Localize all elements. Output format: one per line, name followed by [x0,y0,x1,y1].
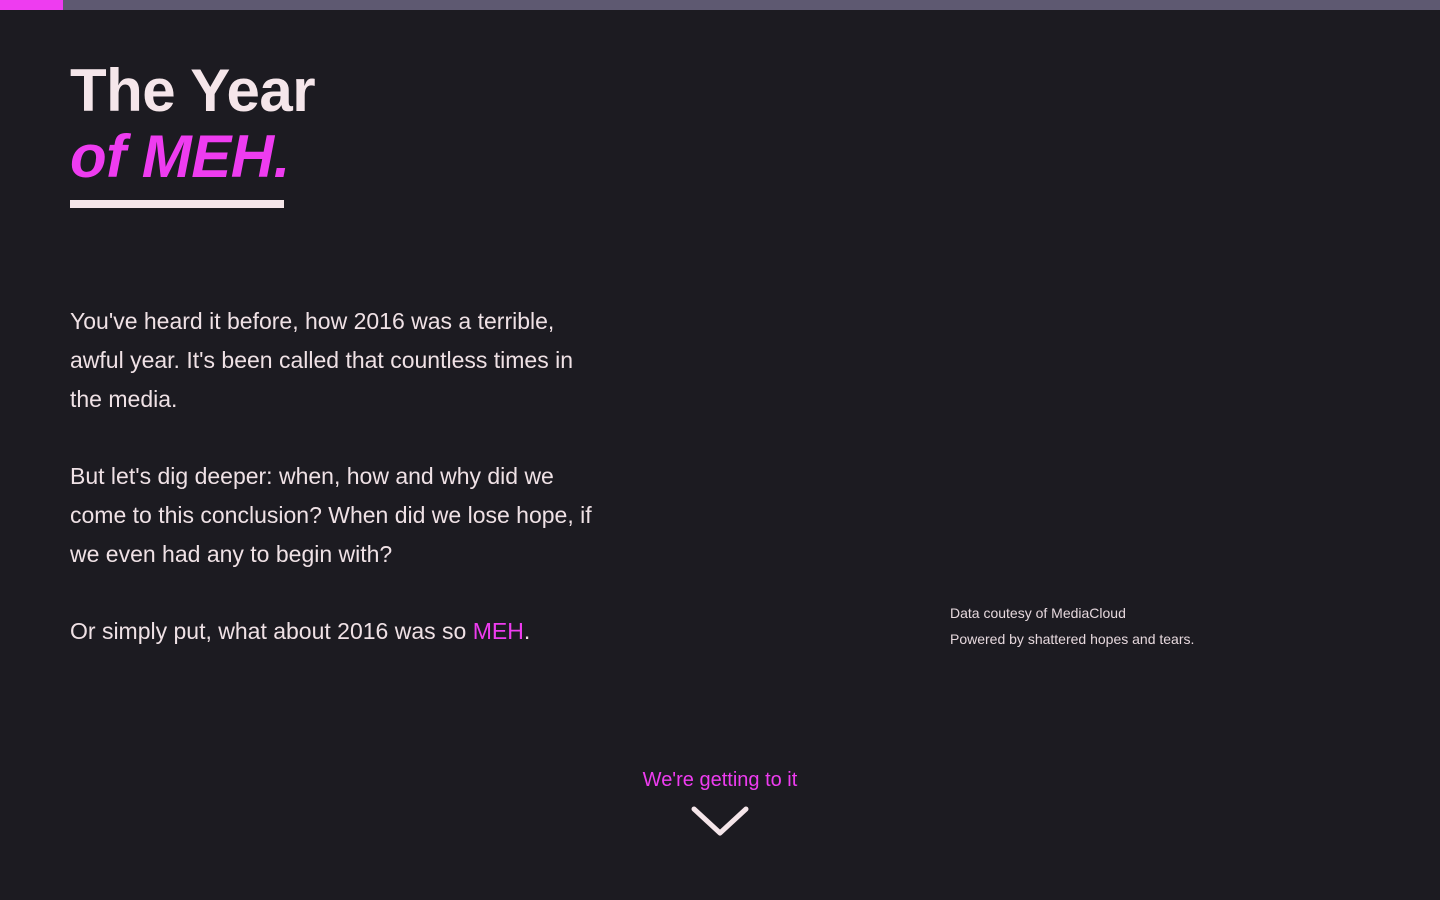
page-title: The Year of MEH. [70,57,316,208]
chevron-down-icon[interactable] [690,803,750,843]
intro-text: You've heard it before, how 2016 was a t… [70,302,610,689]
credits-powered-by: Powered by shattered hopes and tears. [950,631,1195,647]
credits: Data coutesy of MediaCloud Powered by sh… [950,600,1194,652]
intro-paragraph-3: Or simply put, what about 2016 was so ME… [70,612,610,651]
scroll-prompt: We're getting to it [0,765,1440,843]
intro-paragraph-2: But let's dig deeper: when, how and why … [70,463,592,567]
title-line-1: The Year [70,57,316,124]
intro-paragraph-1: You've heard it before, how 2016 was a t… [70,308,573,412]
meh-highlight: MEH [472,618,524,644]
scroll-prompt-label[interactable]: We're getting to it [0,765,1440,795]
title-underline [70,200,284,208]
intro-paragraph-3-suffix: . [523,618,531,644]
title-line-2: of MEH. [70,123,290,190]
progress-bar-fill [0,0,64,10]
credits-data-source: Data coutesy of MediaCloud [950,605,1126,621]
intro-paragraph-3-prefix: Or simply put, what about 2016 was so [70,618,473,644]
progress-bar [0,0,1440,10]
